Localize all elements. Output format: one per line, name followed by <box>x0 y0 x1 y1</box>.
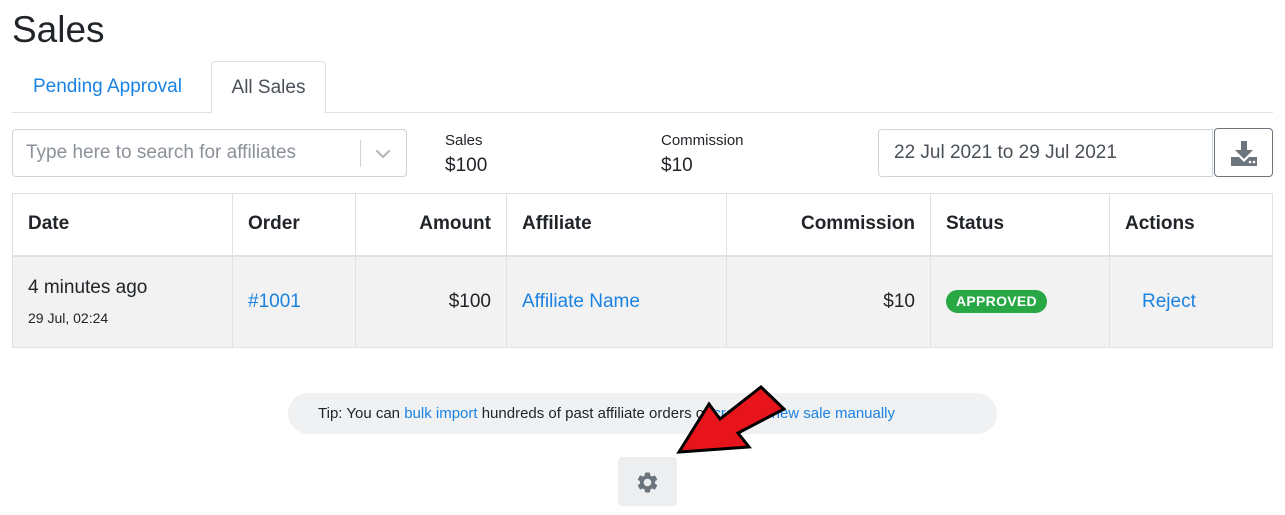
search-separator <box>360 140 361 167</box>
header-amount[interactable]: Amount <box>355 193 507 257</box>
amount-cell: $100 <box>355 255 507 348</box>
table-row: 4 minutes ago 29 Jul, 02:24 #1001 $100 A… <box>12 255 1273 348</box>
header-actions: Actions <box>1109 193 1273 257</box>
affiliate-link[interactable]: Affiliate Name <box>522 291 640 312</box>
commission-stat-value: $10 <box>661 155 693 176</box>
sales-stat: Sales $100 <box>445 131 487 181</box>
header-date[interactable]: Date <box>12 193 233 257</box>
header-affiliate[interactable]: Affiliate <box>506 193 727 257</box>
tab-all-sales[interactable]: All Sales <box>211 61 326 114</box>
order-link[interactable]: #1001 <box>248 291 301 312</box>
tab-bar: Pending Approval All Sales <box>12 61 1273 114</box>
sales-table: Date Order Amount Affiliate Commission S… <box>12 193 1273 348</box>
tip-banner: Tip: You can bulk import hundreds of pas… <box>288 393 997 434</box>
commission-stat: Commission $10 <box>661 131 744 181</box>
reject-button[interactable]: Reject <box>1142 291 1196 312</box>
date-cell: 4 minutes ago 29 Jul, 02:24 <box>12 255 233 348</box>
header-commission[interactable]: Commission <box>726 193 931 257</box>
download-icon <box>1231 141 1257 166</box>
order-cell: #1001 <box>232 255 356 348</box>
header-order[interactable]: Order <box>232 193 356 257</box>
tab-pending-approval[interactable]: Pending Approval <box>12 61 203 113</box>
date-relative: 4 minutes ago <box>28 276 148 298</box>
table-header-row: Date Order Amount Affiliate Commission S… <box>12 193 1273 257</box>
download-button[interactable] <box>1214 128 1273 177</box>
sales-stat-label: Sales <box>445 132 483 149</box>
settings-button[interactable] <box>618 457 677 506</box>
affiliate-search-select[interactable] <box>12 129 407 177</box>
chevron-down-icon[interactable] <box>371 144 395 164</box>
search-input[interactable] <box>13 130 359 176</box>
date-exact: 29 Jul, 02:24 <box>28 309 109 326</box>
bulk-import-link[interactable]: bulk import <box>404 405 477 422</box>
actions-cell: Reject <box>1109 255 1273 348</box>
page-title: Sales <box>12 9 105 50</box>
sales-stat-value: $100 <box>445 155 488 176</box>
status-cell: APPROVED <box>930 255 1110 348</box>
header-status[interactable]: Status <box>930 193 1110 257</box>
date-range-picker[interactable]: 22 Jul 2021 to 29 Jul 2021 <box>878 129 1213 177</box>
affiliate-cell: Affiliate Name <box>506 255 727 348</box>
tip-prefix: Tip: You can <box>318 405 405 422</box>
gear-icon <box>637 472 658 493</box>
red-arrow-annotation <box>676 385 787 454</box>
commission-stat-label: Commission <box>661 132 744 149</box>
status-badge: APPROVED <box>946 290 1047 314</box>
commission-cell: $10 <box>726 255 931 348</box>
